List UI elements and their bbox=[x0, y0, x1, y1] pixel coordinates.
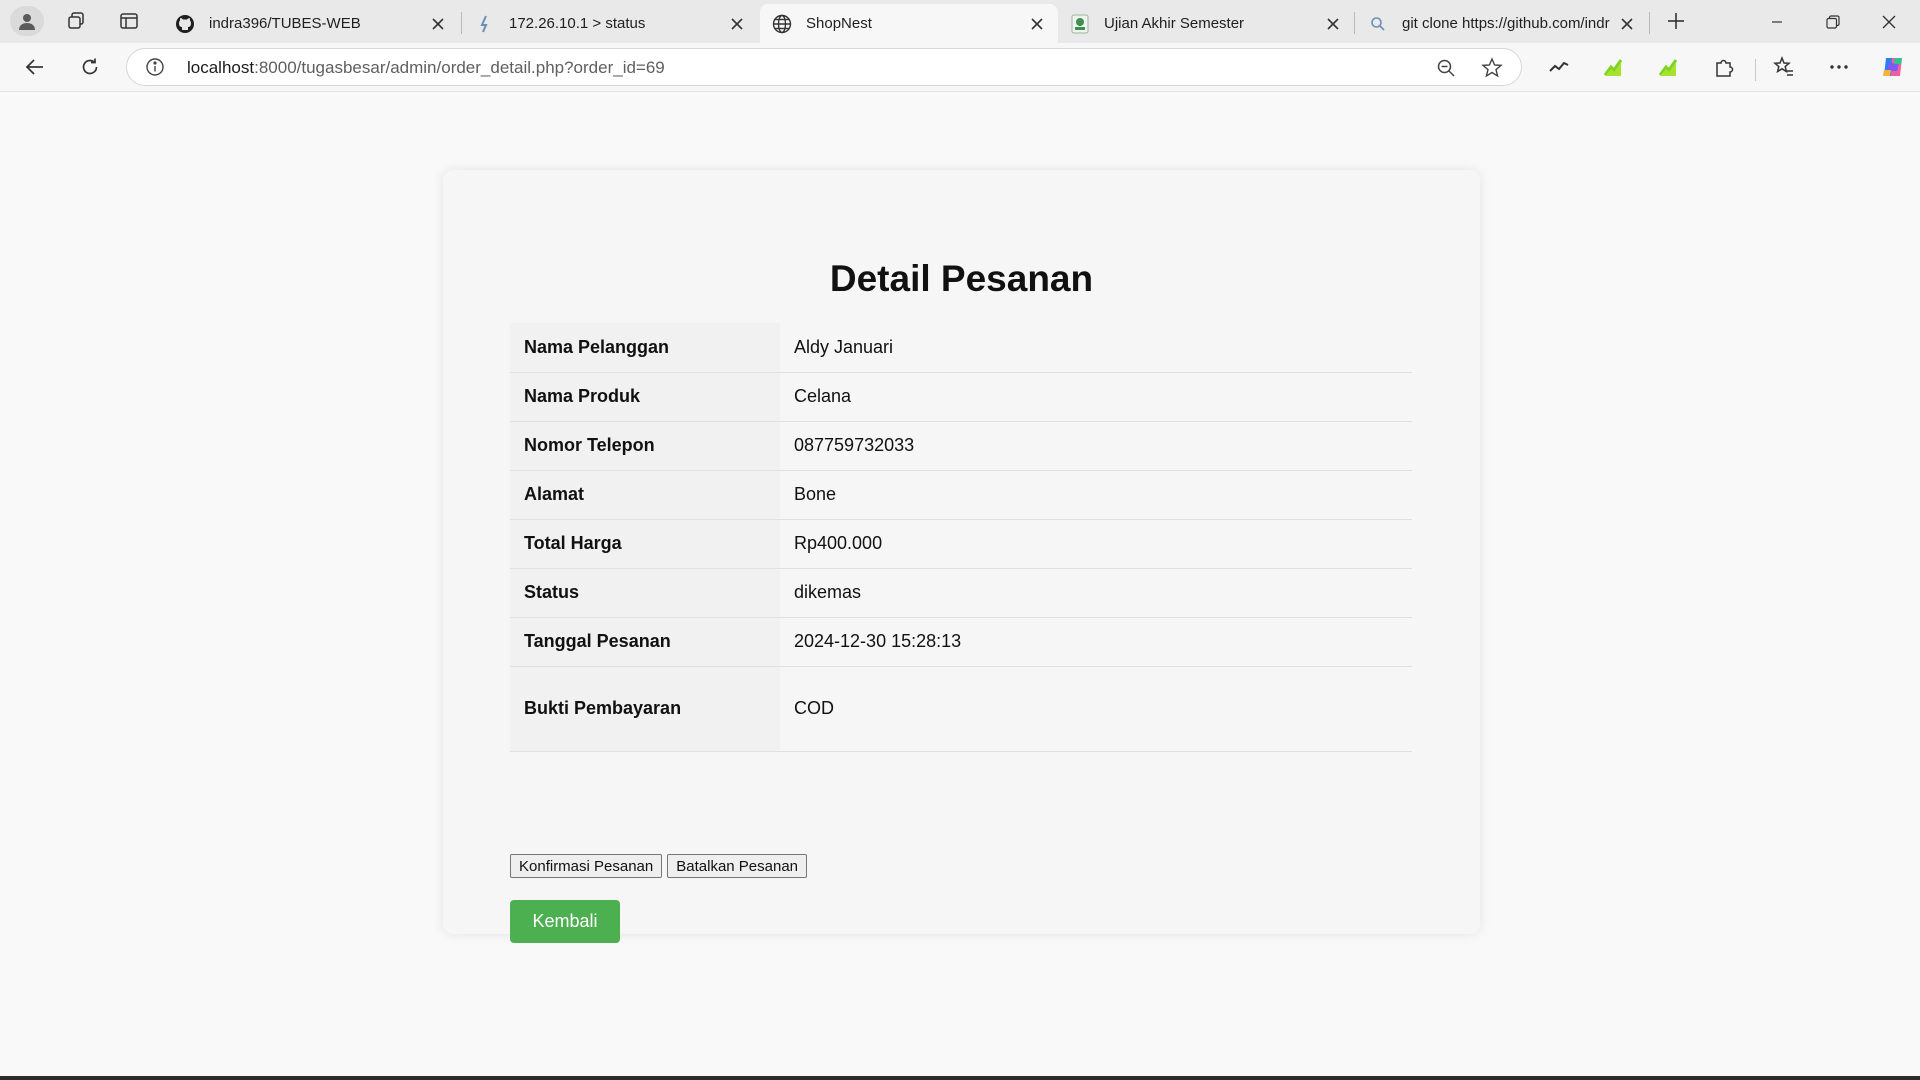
back-button[interactable] bbox=[16, 49, 54, 85]
row-value: Rp400.000 bbox=[780, 519, 1412, 569]
favorites-list-icon bbox=[1773, 56, 1793, 76]
back-button[interactable]: Kembali bbox=[510, 900, 620, 943]
row-value: 087759732033 bbox=[780, 421, 1412, 471]
row-label: Alamat bbox=[510, 470, 780, 520]
table-row: Alamat Bone bbox=[510, 470, 1412, 520]
favorite-star-icon[interactable] bbox=[1479, 55, 1505, 81]
cancel-order-button[interactable]: Batalkan Pesanan bbox=[667, 854, 808, 878]
tab-strip: indra396/TUBES-WEB 172.26.10.1 > status … bbox=[0, 0, 1920, 43]
close-icon bbox=[1882, 15, 1896, 28]
row-label: Nama Produk bbox=[510, 372, 780, 422]
restore-icon bbox=[1826, 14, 1840, 29]
window-bottom-edge bbox=[0, 1076, 1920, 1080]
tab-title: Ujian Akhir Semester bbox=[1104, 15, 1245, 32]
refresh-button[interactable] bbox=[71, 49, 109, 85]
tab-title: ShopNest bbox=[806, 15, 872, 32]
table-row: Status dikemas bbox=[510, 568, 1412, 618]
plus-icon bbox=[1668, 13, 1684, 29]
close-tab-icon[interactable] bbox=[1616, 13, 1638, 35]
tab-title: indra396/TUBES-WEB bbox=[209, 15, 361, 32]
url-host: localhost bbox=[187, 58, 255, 77]
url-text: localhost:8000/tugasbesar/admin/order_de… bbox=[187, 58, 665, 78]
tab-router-status[interactable]: 172.26.10.1 > status bbox=[463, 4, 758, 43]
globe-icon bbox=[772, 14, 792, 34]
tab-separator bbox=[461, 12, 462, 34]
vertical-tabs-button[interactable] bbox=[111, 4, 147, 38]
close-tab-icon[interactable] bbox=[1026, 13, 1048, 35]
tab-title: 172.26.10.1 > status bbox=[509, 15, 646, 32]
refresh-icon bbox=[82, 58, 98, 75]
row-label: Status bbox=[510, 568, 780, 618]
new-tab-button[interactable] bbox=[1658, 4, 1694, 38]
favorites-button[interactable] bbox=[1765, 49, 1803, 85]
extension-chart-button[interactable] bbox=[1594, 49, 1632, 85]
close-tab-icon[interactable] bbox=[1322, 13, 1344, 35]
table-row: Nama Produk Celana bbox=[510, 372, 1412, 422]
minimize-icon bbox=[1772, 20, 1782, 23]
close-window-button[interactable] bbox=[1861, 0, 1917, 43]
table-row: Nomor Telepon 087759732033 bbox=[510, 421, 1412, 471]
copilot-button[interactable] bbox=[1874, 49, 1912, 85]
close-tab-icon[interactable] bbox=[726, 13, 748, 35]
table-row: Nama Pelanggan Aldy Januari bbox=[510, 323, 1412, 373]
university-logo-icon bbox=[1070, 14, 1090, 34]
tab-shopnest[interactable]: ShopNest bbox=[760, 4, 1058, 43]
url-path: :8000/tugasbesar/admin/order_detail.php?… bbox=[254, 58, 665, 77]
tab-separator bbox=[1649, 12, 1650, 34]
green-chart-icon bbox=[1658, 59, 1678, 76]
tab-title: git clone https://github.com/indr bbox=[1402, 15, 1610, 32]
workspaces-button[interactable] bbox=[58, 4, 94, 38]
row-label: Bukti Pembayaran bbox=[510, 666, 780, 752]
row-label: Total Harga bbox=[510, 519, 780, 569]
person-icon bbox=[19, 14, 35, 30]
row-value: 2024-12-30 15:28:13 bbox=[780, 617, 1412, 667]
green-chart-icon bbox=[1603, 59, 1623, 76]
tab-search[interactable]: git clone https://github.com/indr bbox=[1356, 4, 1648, 43]
order-detail-table: Nama Pelanggan Aldy Januari Nama Produk … bbox=[510, 323, 1412, 752]
tab-github[interactable]: indra396/TUBES-WEB bbox=[163, 4, 459, 43]
puzzle-icon bbox=[1716, 59, 1734, 77]
confirm-order-button[interactable]: Konfirmasi Pesanan bbox=[510, 854, 663, 878]
address-bar[interactable]: localhost:8000/tugasbesar/admin/order_de… bbox=[126, 48, 1522, 86]
table-row: Tanggal Pesanan 2024-12-30 15:28:13 bbox=[510, 617, 1412, 667]
performance-button[interactable] bbox=[1540, 49, 1578, 85]
table-row: Total Harga Rp400.000 bbox=[510, 519, 1412, 569]
order-detail-card: Detail Pesanan Nama Pelanggan Aldy Janua… bbox=[443, 170, 1480, 943]
more-dots-icon bbox=[1830, 65, 1848, 69]
tab-actions-icon bbox=[120, 13, 138, 29]
copilot-icon bbox=[1883, 58, 1902, 76]
zoom-out-icon[interactable] bbox=[1433, 55, 1459, 81]
tab-exam[interactable]: Ujian Akhir Semester bbox=[1058, 4, 1354, 43]
row-value: Aldy Januari bbox=[780, 323, 1412, 373]
browser-toolbar: localhost:8000/tugasbesar/admin/order_de… bbox=[0, 43, 1920, 92]
restore-button[interactable] bbox=[1805, 0, 1861, 43]
row-label: Tanggal Pesanan bbox=[510, 617, 780, 667]
page-viewport: Detail Pesanan Nama Pelanggan Aldy Janua… bbox=[5, 93, 1915, 1076]
row-value: Celana bbox=[780, 372, 1412, 422]
row-label: Nomor Telepon bbox=[510, 421, 780, 471]
tab-separator bbox=[1354, 12, 1355, 34]
extension-chart-button-2[interactable] bbox=[1649, 49, 1687, 85]
performance-icon bbox=[1549, 61, 1569, 72]
minimize-button[interactable] bbox=[1749, 0, 1805, 43]
row-value: Bone bbox=[780, 470, 1412, 520]
workspaces-icon bbox=[68, 12, 84, 29]
back-arrow-icon bbox=[25, 59, 43, 75]
order-actions: Konfirmasi Pesanan Batalkan Pesanan bbox=[510, 854, 808, 878]
page-title: Detail Pesanan bbox=[829, 258, 1094, 299]
github-icon bbox=[175, 14, 195, 34]
row-value: dikemas bbox=[780, 568, 1412, 618]
site-info-icon[interactable] bbox=[145, 57, 165, 77]
row-label: Nama Pelanggan bbox=[510, 323, 780, 373]
router-icon bbox=[475, 14, 495, 34]
close-tab-icon[interactable] bbox=[427, 13, 449, 35]
settings-more-button[interactable] bbox=[1820, 49, 1858, 85]
table-row: Bukti Pembayaran COD bbox=[510, 666, 1412, 752]
profile-avatar[interactable] bbox=[10, 6, 44, 36]
extensions-button[interactable] bbox=[1705, 49, 1743, 85]
search-icon bbox=[1368, 14, 1388, 34]
row-value: COD bbox=[780, 666, 1412, 752]
toolbar-separator bbox=[1755, 59, 1756, 81]
